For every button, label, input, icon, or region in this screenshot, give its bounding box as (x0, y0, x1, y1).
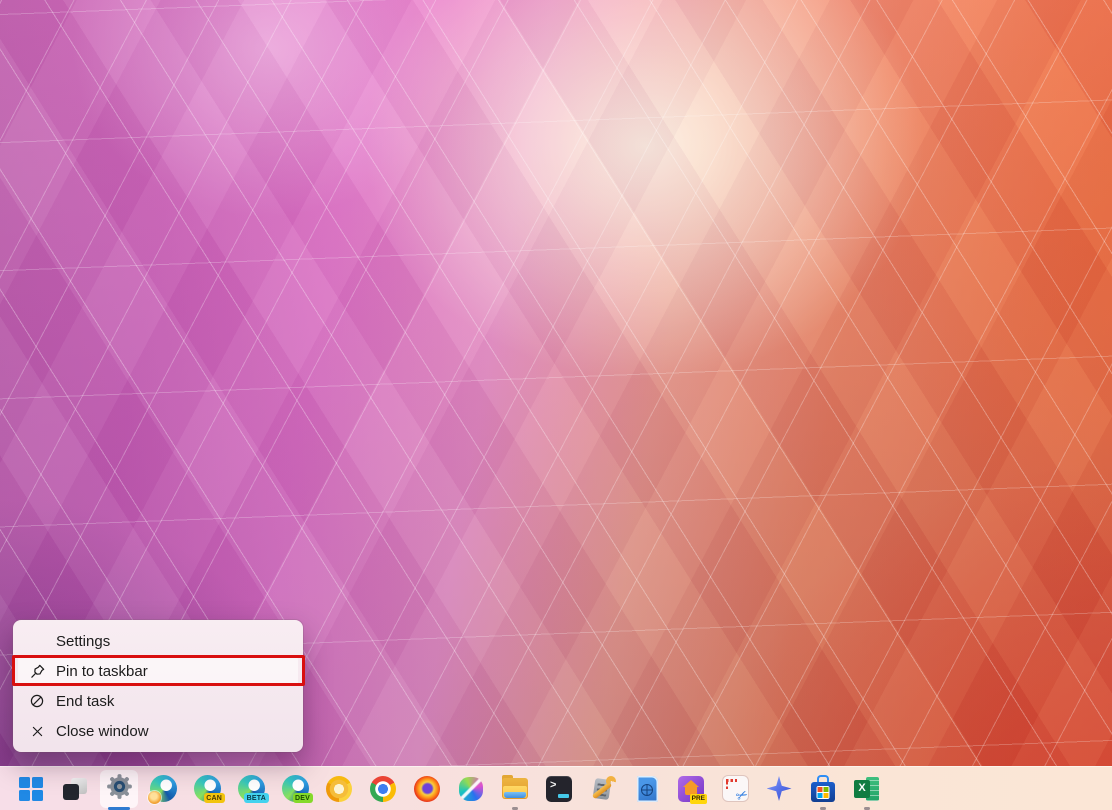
excel-icon: X (854, 776, 880, 802)
taskbar-item-edge-dev[interactable]: DEV (273, 767, 317, 810)
sparkle-icon (767, 776, 792, 801)
terminal-icon: > (546, 776, 572, 802)
pin-icon (26, 663, 48, 680)
firefox-icon (414, 776, 440, 802)
taskbar-item-file-explorer[interactable] (493, 767, 537, 810)
menu-item-label: Pin to taskbar (56, 663, 148, 680)
taskbar-item-chrome[interactable] (361, 767, 405, 810)
running-app-indicator (512, 807, 518, 810)
taskbar-item-microsoft-store[interactable] (801, 767, 845, 810)
excel-x-glyph: X (854, 780, 870, 798)
edge-canary-icon: CAN (194, 775, 221, 802)
prohibited-icon (26, 693, 48, 709)
terminal-prompt-glyph: > (550, 780, 556, 791)
menu-item-end-task[interactable]: End task (18, 686, 298, 716)
desktop: Settings Pin to taskbar End task (0, 0, 1112, 810)
menu-item-pin-to-taskbar[interactable]: Pin to taskbar (18, 656, 298, 686)
taskbar-item-excel[interactable]: X (845, 767, 889, 810)
menu-item-label: End task (56, 693, 114, 710)
dev-badge: DEV (293, 793, 313, 803)
taskbar-item-edge-beta[interactable]: BETA (229, 767, 273, 810)
dev-home-house-icon: PRE (678, 776, 704, 802)
taskbar-item-powertoys[interactable] (581, 767, 625, 810)
taskbar: CAN BETA DEV (0, 766, 1112, 810)
taskbar-item-snipping-tool[interactable]: ✂ (713, 767, 757, 810)
menu-item-label: Close window (56, 723, 149, 740)
windows-start-icon (19, 777, 43, 801)
menu-item-settings[interactable]: Settings (18, 626, 298, 656)
settings-gear-icon (106, 773, 133, 805)
microsoft-store-bag-icon (811, 775, 835, 802)
beta-badge: BETA (244, 793, 268, 803)
taskbar-item-chrome-canary[interactable] (317, 767, 361, 810)
chrome-canary-icon (326, 776, 352, 802)
edge-dev-icon: DEV (282, 775, 309, 802)
taskbar-item-edge[interactable] (141, 767, 185, 810)
preview-badge: PRE (690, 794, 707, 804)
running-app-indicator (820, 807, 826, 810)
copilot-icon (459, 777, 483, 801)
file-explorer-folder-icon (502, 778, 528, 799)
close-icon (26, 724, 48, 739)
menu-item-close-window[interactable]: Close window (18, 716, 298, 746)
taskbar-item-html-document[interactable] (625, 767, 669, 810)
taskbar-item-copilot-sparkle[interactable] (757, 767, 801, 810)
running-app-indicator (864, 807, 870, 810)
menu-item-label: Settings (56, 633, 110, 650)
task-view-icon (63, 777, 87, 801)
edge-icon (150, 775, 177, 802)
taskbar-item-task-view[interactable] (53, 767, 97, 810)
taskbar-item-settings[interactable] (97, 767, 141, 810)
edge-beta-icon: BETA (238, 775, 265, 802)
canary-badge: CAN (204, 793, 225, 803)
taskbar-item-terminal[interactable]: > (537, 767, 581, 810)
chrome-icon (370, 776, 396, 802)
globe-icon (641, 784, 653, 796)
taskbar-context-menu: Settings Pin to taskbar End task (13, 620, 303, 752)
edge-profile-badge (148, 791, 161, 804)
scissors-glyph: ✂ (733, 786, 750, 804)
active-app-indicator (108, 807, 130, 810)
powertoys-wrench-icon (590, 776, 616, 802)
web-document-icon (637, 776, 658, 802)
taskbar-items: CAN BETA DEV (0, 767, 1112, 810)
taskbar-item-copilot[interactable] (449, 767, 493, 810)
taskbar-item-start[interactable] (9, 767, 53, 810)
snipping-tool-icon: ✂ (723, 776, 748, 801)
taskbar-item-dev-home[interactable]: PRE (669, 767, 713, 810)
taskbar-item-edge-canary[interactable]: CAN (185, 767, 229, 810)
taskbar-item-firefox[interactable] (405, 767, 449, 810)
